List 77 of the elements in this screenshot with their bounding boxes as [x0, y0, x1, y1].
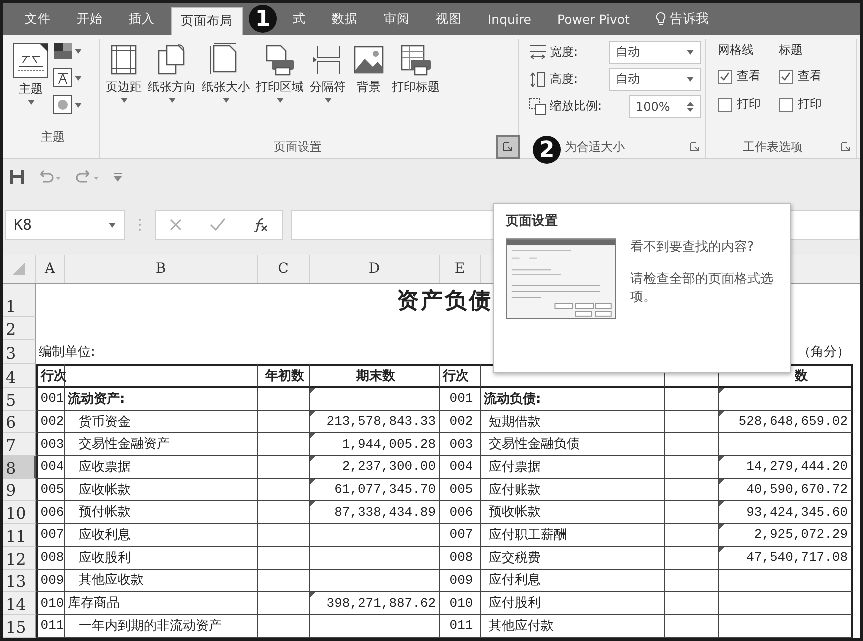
table-cell-text: 应付账款 [489, 482, 541, 499]
table-cell-text: 货币资金 [79, 414, 131, 431]
table-cell: 61,077,345.70 [334, 482, 436, 498]
table-cell-text: 流动负债: [484, 390, 542, 408]
table-cell: 006 [450, 504, 474, 520]
sheet-title: 资产负债 [397, 288, 493, 316]
table-cell: 008 [450, 550, 474, 566]
table-cell: 010 [40, 596, 64, 611]
table-cell-text: 年初数 [266, 368, 304, 385]
table-cell: 009 [40, 572, 64, 588]
table-cell-text: 预收帐款 [489, 504, 541, 522]
table-cell-text: 交易性金融负债 [489, 436, 580, 454]
field-label: 宽度: [550, 44, 578, 61]
group-label: 主题 [40, 129, 66, 146]
table-cell-text: 预付帐款 [79, 504, 131, 522]
table-cell: 47,540,717.08 [746, 550, 848, 566]
table-cell: 009 [450, 572, 474, 588]
table-cell-text: 行次 [443, 368, 469, 385]
table-cell-text: 一年内到期的非流动资产 [79, 618, 222, 635]
table-cell: 011 [40, 618, 64, 634]
table-cell: 008 [40, 550, 64, 566]
table-cell: 007 [40, 527, 64, 542]
table-cell: 528,648,659.02 [738, 414, 848, 430]
table-cell-text: 数 [795, 368, 808, 385]
table-cell-text: 编制单位: [39, 344, 96, 361]
table-cell: 005 [450, 482, 474, 498]
table-cell: 002 [450, 414, 474, 430]
table-cell: 003 [40, 436, 64, 452]
table-cell: 005 [40, 482, 64, 498]
group-label: 页面设置 [273, 138, 323, 156]
table-cell-text: 应收票据 [79, 458, 131, 476]
option-heading: 网格线 [718, 42, 755, 58]
callout-badge: 2 [533, 136, 561, 164]
option-heading: 标题 [779, 42, 804, 58]
table-cell-text: 应付票据 [489, 458, 541, 476]
table-cell: 14,279,444.20 [746, 459, 848, 474]
table-cell-text: 应收股利 [79, 550, 131, 567]
table-cell: 398,271,887.62 [326, 596, 436, 611]
tooltip-text: 请检查全部的页面格式选项。 [630, 271, 774, 306]
field-label: 高度: [550, 71, 578, 88]
table-cell: 010 [450, 596, 474, 611]
table-cell: 001 [450, 391, 474, 406]
table-cell-text: 其他应收款 [79, 572, 144, 590]
table-cell: 002 [40, 414, 64, 430]
table-cell: 011 [450, 618, 474, 634]
table-cell-text: 期末数 [356, 368, 396, 385]
table-cell: 213,578,843.33 [326, 414, 436, 430]
table-cell-text: 应付利息 [489, 572, 541, 590]
table-cell-text: 流动资产: [68, 390, 126, 408]
field-label: 缩放比例: [550, 98, 602, 115]
group-label: 为合适大小 [565, 138, 626, 156]
table-cell-text: 短期借款 [489, 414, 541, 431]
table-cell: 004 [40, 459, 64, 474]
group-label: 工作表选项 [742, 138, 804, 156]
tooltip-title: 页面设置 [506, 213, 559, 230]
table-cell: 2,925,072.29 [754, 527, 848, 542]
table-cell: 007 [450, 527, 474, 542]
table-cell: 003 [450, 436, 474, 452]
table-cell: 93,424,345.60 [746, 504, 848, 520]
table-cell-text: 其他应付款 [489, 618, 554, 635]
table-cell: 40,590,670.72 [746, 482, 848, 498]
table-cell-text: 应付职工薪酬 [489, 526, 567, 544]
table-cell: 87,338,434.89 [334, 504, 436, 520]
table-cell: 2,237,300.00 [342, 459, 436, 474]
table-cell: 004 [450, 459, 474, 474]
table-cell-text: 应交税费 [489, 550, 541, 567]
table-cell-text: 应付股利 [489, 595, 541, 612]
table-cell-text: （角分） [798, 344, 850, 361]
tooltip-text: 看不到要查找的内容? [630, 239, 756, 256]
callout-badge: 1 [249, 5, 277, 33]
table-cell-text: 应收帐款 [79, 482, 131, 499]
table-cell: 001 [40, 391, 64, 406]
table-cell-text: 交易性金融资产 [79, 436, 170, 454]
table-cell: 1,944,005.28 [342, 436, 436, 452]
table-cell: 006 [40, 504, 64, 520]
table-cell-text: 库存商品 [68, 595, 120, 612]
table-cell-text: 应收利息 [79, 526, 131, 544]
